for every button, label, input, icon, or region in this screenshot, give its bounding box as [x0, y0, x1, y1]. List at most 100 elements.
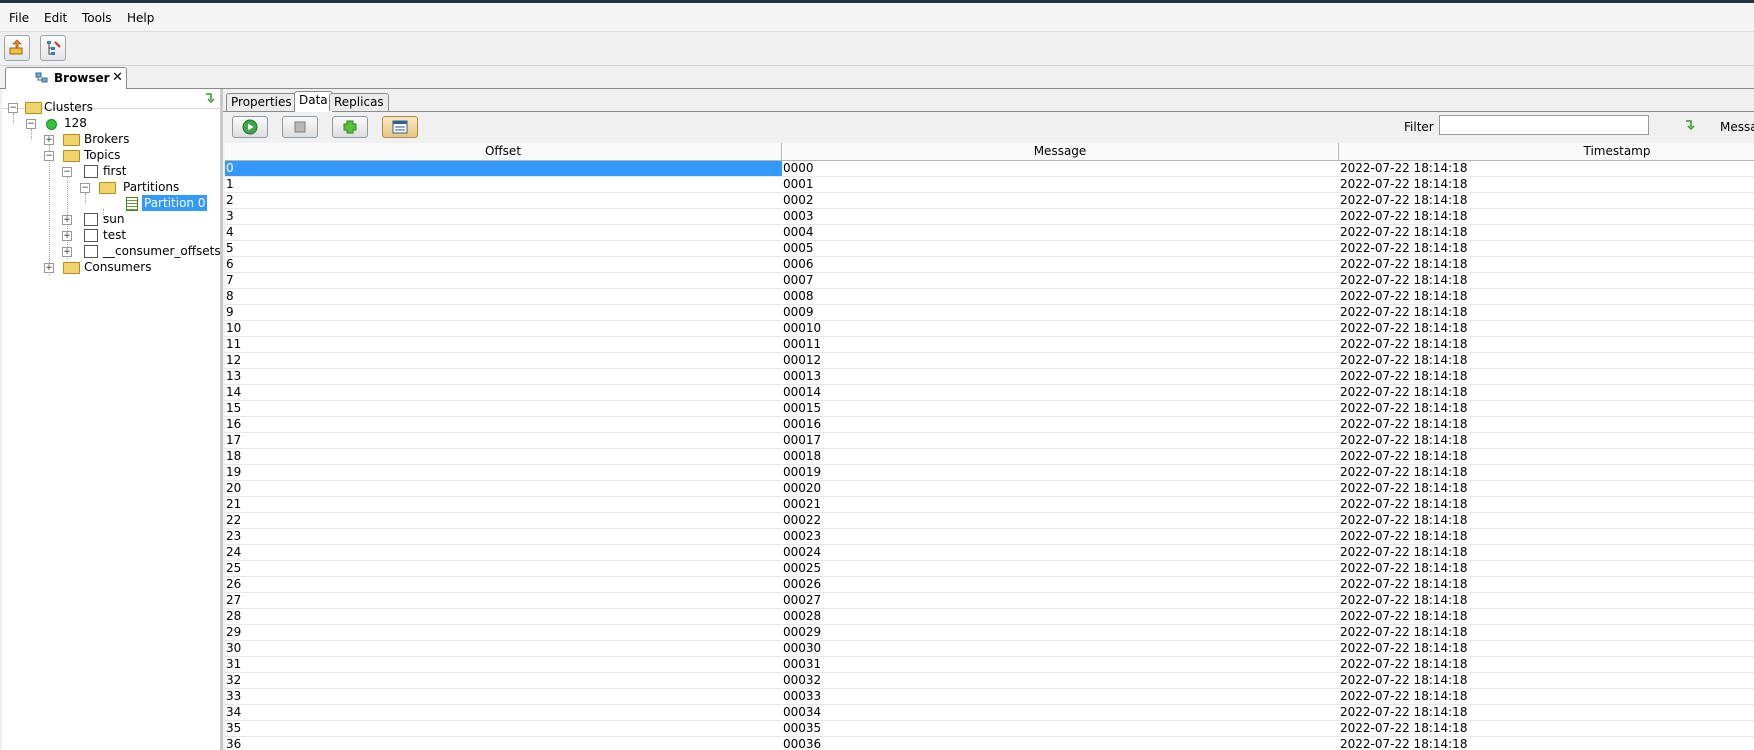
table-row[interactable]: 26 00026 2022-07-22 18:14:18 [225, 577, 1754, 593]
timestamp-cell[interactable]: 2022-07-22 18:14:18 [1339, 273, 1754, 288]
timestamp-cell[interactable]: 2022-07-22 18:14:18 [1339, 193, 1754, 208]
expand-toggle[interactable]: + [62, 215, 72, 225]
table-row[interactable]: 24 00024 2022-07-22 18:14:18 [225, 545, 1754, 561]
timestamp-cell[interactable]: 2022-07-22 18:14:18 [1339, 369, 1754, 384]
offset-cell[interactable]: 27 [225, 593, 782, 608]
tree-node-topic-first[interactable]: first [103, 163, 126, 179]
collapse-toggle[interactable]: − [62, 167, 72, 177]
offset-cell[interactable]: 9 [225, 305, 782, 320]
timestamp-cell[interactable]: 2022-07-22 18:14:18 [1339, 481, 1754, 496]
message-cell[interactable]: 0002 [782, 193, 1339, 208]
add-message-button[interactable] [332, 116, 368, 138]
offset-cell[interactable]: 15 [225, 401, 782, 416]
message-cell[interactable]: 0009 [782, 305, 1339, 320]
collapse-toggle[interactable]: − [8, 103, 18, 113]
timestamp-cell[interactable]: 2022-07-22 18:14:18 [1339, 673, 1754, 688]
offset-cell[interactable]: 28 [225, 609, 782, 624]
table-row[interactable]: 18 00018 2022-07-22 18:14:18 [225, 449, 1754, 465]
message-cell[interactable]: 00030 [782, 641, 1339, 656]
table-row[interactable]: 34 00034 2022-07-22 18:14:18 [225, 705, 1754, 721]
message-cell[interactable]: 00035 [782, 721, 1339, 736]
offset-cell[interactable]: 4 [225, 225, 782, 240]
offset-cell[interactable]: 19 [225, 465, 782, 480]
table-row[interactable]: 12 00012 2022-07-22 18:14:18 [225, 353, 1754, 369]
message-cell[interactable]: 00026 [782, 577, 1339, 592]
expand-toggle[interactable]: + [44, 135, 54, 145]
table-row[interactable]: 31 00031 2022-07-22 18:14:18 [225, 657, 1754, 673]
message-cell[interactable]: 00027 [782, 593, 1339, 608]
offset-cell[interactable]: 6 [225, 257, 782, 272]
message-cell[interactable]: 0004 [782, 225, 1339, 240]
message-cell[interactable]: 0003 [782, 209, 1339, 224]
offset-cell[interactable]: 1 [225, 177, 782, 192]
timestamp-cell[interactable]: 2022-07-22 18:14:18 [1339, 385, 1754, 400]
message-cell[interactable]: 00028 [782, 609, 1339, 624]
tree-node-topic-test[interactable]: test [103, 227, 126, 243]
offset-cell[interactable]: 36 [225, 737, 782, 750]
timestamp-cell[interactable]: 2022-07-22 18:14:18 [1339, 289, 1754, 304]
table-row[interactable]: 28 00028 2022-07-22 18:14:18 [225, 609, 1754, 625]
timestamp-cell[interactable]: 2022-07-22 18:14:18 [1339, 625, 1754, 640]
timestamp-cell[interactable]: 2022-07-22 18:14:18 [1339, 241, 1754, 256]
message-cell[interactable]: 00018 [782, 449, 1339, 464]
column-header-message[interactable]: Message [782, 143, 1339, 160]
offset-cell[interactable]: 17 [225, 433, 782, 448]
message-cell[interactable]: 00016 [782, 417, 1339, 432]
message-cell[interactable]: 00020 [782, 481, 1339, 496]
table-row[interactable]: 19 00019 2022-07-22 18:14:18 [225, 465, 1754, 481]
timestamp-cell[interactable]: 2022-07-22 18:14:18 [1339, 497, 1754, 512]
offset-cell[interactable]: 10 [225, 321, 782, 336]
expand-toggle[interactable]: + [62, 231, 72, 241]
message-cell[interactable]: 00015 [782, 401, 1339, 416]
message-cell[interactable]: 00022 [782, 513, 1339, 528]
timestamp-cell[interactable]: 2022-07-22 18:14:18 [1339, 401, 1754, 416]
offset-cell[interactable]: 12 [225, 353, 782, 368]
message-cell[interactable]: 0006 [782, 257, 1339, 272]
timestamp-cell[interactable]: 2022-07-22 18:14:18 [1339, 321, 1754, 336]
message-cell[interactable]: 00010 [782, 321, 1339, 336]
table-row[interactable]: 20 00020 2022-07-22 18:14:18 [225, 481, 1754, 497]
offset-cell[interactable]: 20 [225, 481, 782, 496]
message-cell[interactable]: 0007 [782, 273, 1339, 288]
table-row[interactable]: 7 0007 2022-07-22 18:14:18 [225, 273, 1754, 289]
table-row[interactable]: 21 00021 2022-07-22 18:14:18 [225, 497, 1754, 513]
message-cell[interactable]: 00017 [782, 433, 1339, 448]
table-row[interactable]: 25 00025 2022-07-22 18:14:18 [225, 561, 1754, 577]
message-cell[interactable]: 00013 [782, 369, 1339, 384]
table-row[interactable]: 8 0008 2022-07-22 18:14:18 [225, 289, 1754, 305]
table-row[interactable]: 35 00035 2022-07-22 18:14:18 [225, 721, 1754, 737]
menu-tools[interactable]: Tools [82, 11, 112, 25]
tree-node-cluster-128[interactable]: 128 [64, 115, 87, 131]
message-cell[interactable]: 00031 [782, 657, 1339, 672]
offset-cell[interactable]: 25 [225, 561, 782, 576]
table-row[interactable]: 36 00036 2022-07-22 18:14:18 [225, 737, 1754, 750]
message-cell[interactable]: 00012 [782, 353, 1339, 368]
view-toggle-button[interactable] [382, 116, 418, 138]
tree-node-topic-sun[interactable]: sun [103, 211, 124, 227]
offset-cell[interactable]: 13 [225, 369, 782, 384]
message-cell[interactable]: 00024 [782, 545, 1339, 560]
table-row[interactable]: 27 00027 2022-07-22 18:14:18 [225, 593, 1754, 609]
menu-edit[interactable]: Edit [44, 11, 67, 25]
tab-properties[interactable]: Properties [226, 93, 297, 111]
tree-node-clusters[interactable]: Clusters [44, 99, 93, 115]
table-row[interactable]: 10 00010 2022-07-22 18:14:18 [225, 321, 1754, 337]
offset-cell[interactable]: 16 [225, 417, 782, 432]
table-row[interactable]: 4 0004 2022-07-22 18:14:18 [225, 225, 1754, 241]
offset-cell[interactable]: 11 [225, 337, 782, 352]
offset-cell[interactable]: 33 [225, 689, 782, 704]
table-row[interactable]: 0 0000 2022-07-22 18:14:18 [225, 161, 1754, 177]
start-button[interactable] [232, 116, 268, 138]
offset-cell[interactable]: 21 [225, 497, 782, 512]
refresh-arrow-icon[interactable] [204, 92, 216, 104]
tab-data[interactable]: Data [294, 91, 333, 112]
connect-button[interactable] [4, 35, 30, 61]
message-cell[interactable]: 00014 [782, 385, 1339, 400]
offset-cell[interactable]: 0 [225, 161, 782, 176]
message-cell[interactable]: 00034 [782, 705, 1339, 720]
table-row[interactable]: 17 00017 2022-07-22 18:14:18 [225, 433, 1754, 449]
offset-cell[interactable]: 31 [225, 657, 782, 672]
collapse-toggle[interactable]: − [44, 151, 54, 161]
timestamp-cell[interactable]: 2022-07-22 18:14:18 [1339, 449, 1754, 464]
message-cell[interactable]: 00023 [782, 529, 1339, 544]
